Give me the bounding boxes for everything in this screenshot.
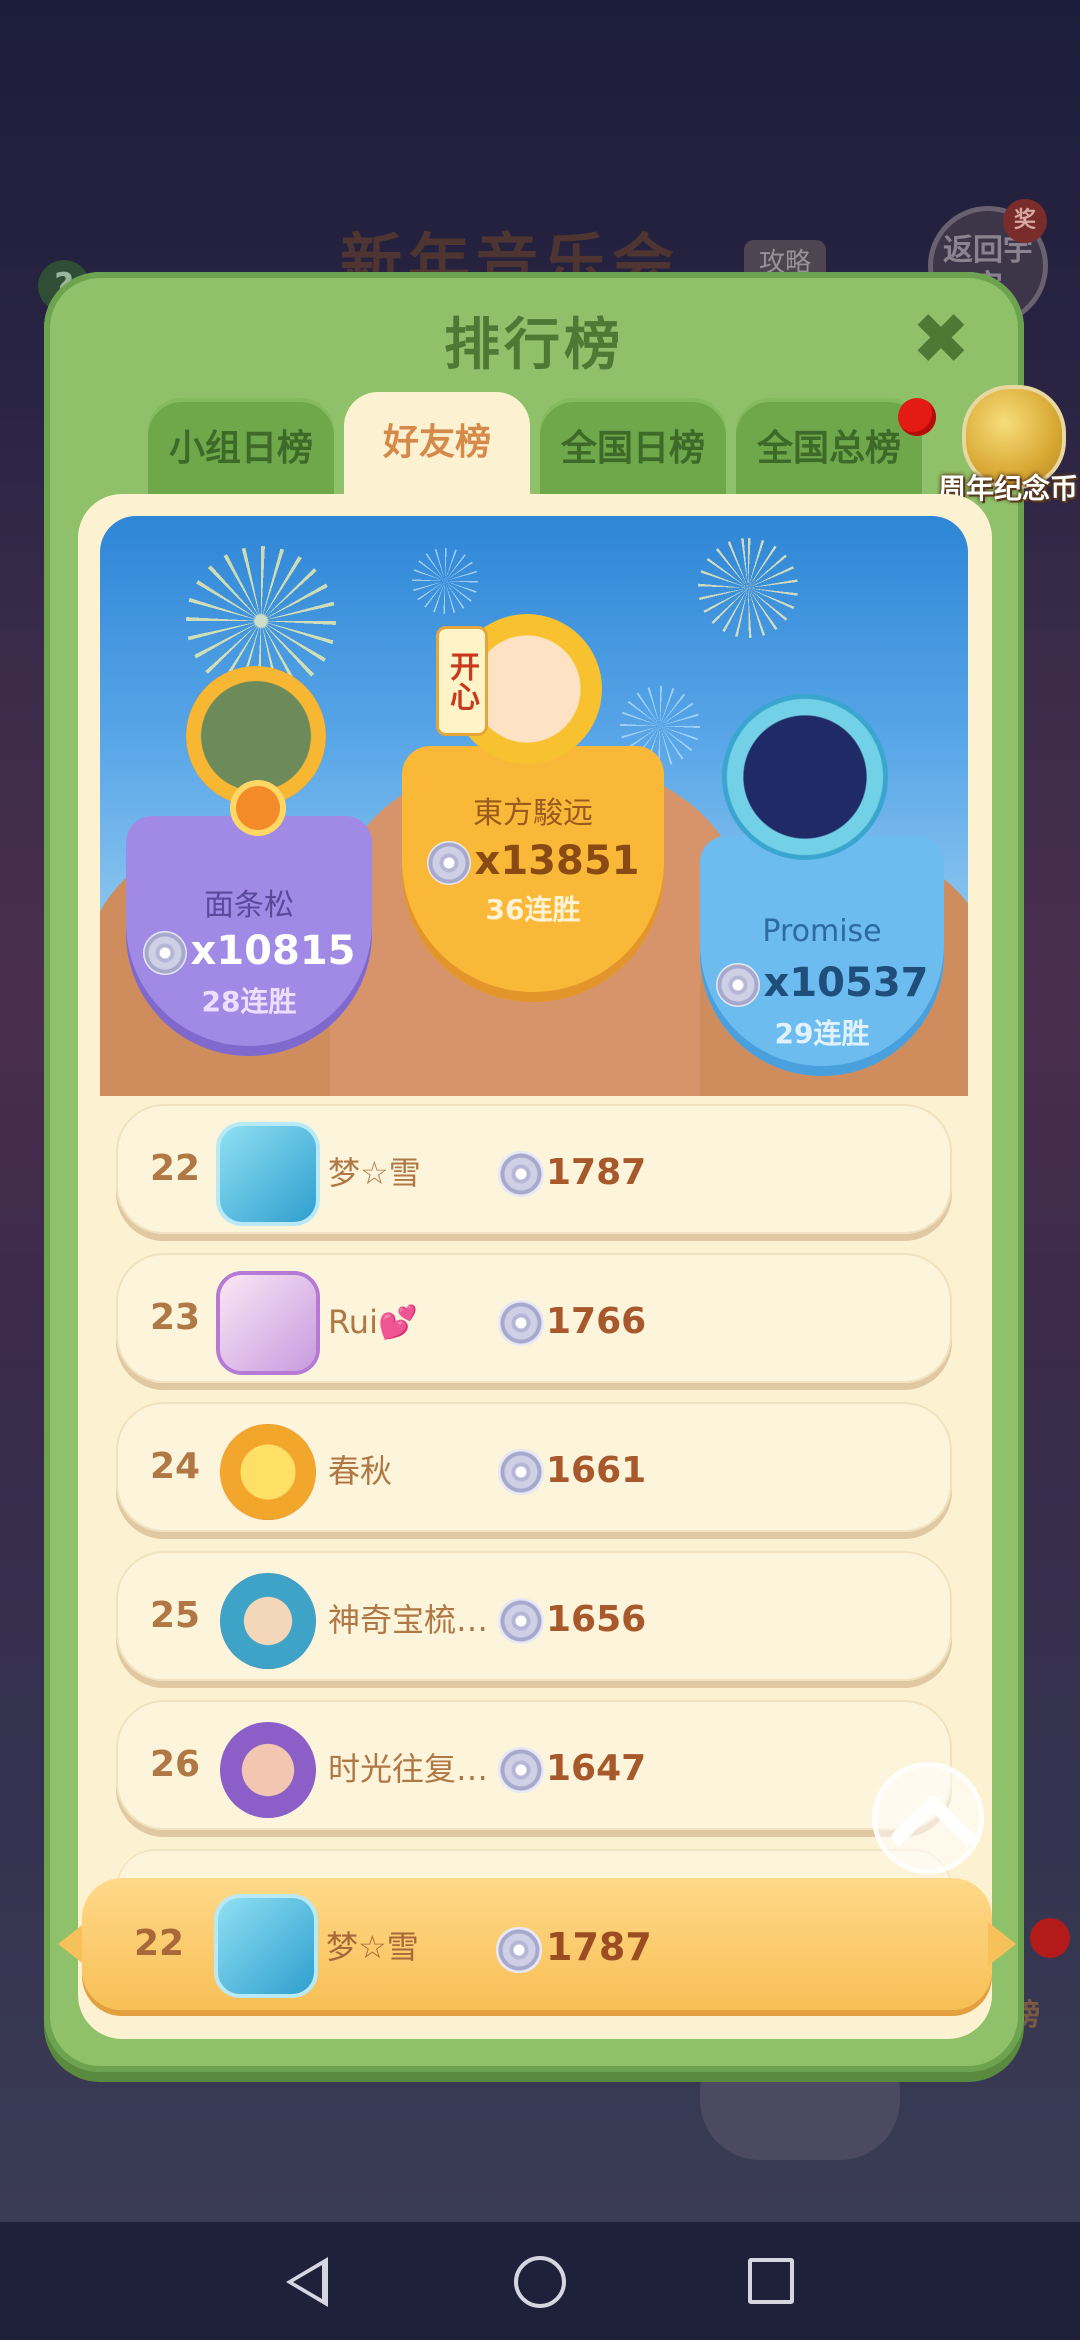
record-disc-icon xyxy=(142,931,187,975)
player-score-value: 1656 xyxy=(546,1599,647,1640)
firework-decoration xyxy=(698,538,798,638)
player-score: x10537 xyxy=(700,960,944,1007)
rank-number: 26 xyxy=(149,1744,201,1785)
back-icon[interactable] xyxy=(286,2257,328,2307)
player-score-value: 1787 xyxy=(546,1925,652,1969)
ranking-list: 22 梦☆雪 1787 23 Rui💕 1766 24 春秋 1661 25 神… xyxy=(116,1104,952,1908)
rank-number: 22 xyxy=(133,1923,185,1964)
avatar[interactable] xyxy=(220,1573,316,1669)
player-name: 春秋 xyxy=(328,1452,393,1490)
reward-dot: 奖 xyxy=(1003,199,1047,243)
rank-number: 22 xyxy=(149,1148,201,1189)
close-icon[interactable]: ✖ xyxy=(906,304,976,374)
record-disc-icon xyxy=(498,1747,544,1793)
player-name: 时光往复… xyxy=(328,1750,489,1788)
avatar[interactable] xyxy=(220,1275,316,1371)
player-score: x10815 xyxy=(126,928,372,975)
win-streak: 28连胜 xyxy=(201,985,297,1018)
player-score-value: 1766 xyxy=(546,1301,647,1342)
record-disc-icon xyxy=(498,1598,544,1644)
player-score: 1661 xyxy=(498,1402,646,1540)
player-score: 1647 xyxy=(498,1700,646,1838)
player-name: 面条松 xyxy=(204,888,294,923)
anniversary-coin-button[interactable]: 周年纪念币 xyxy=(938,385,1078,505)
table-row[interactable]: 25 神奇宝梳… 1656 xyxy=(116,1551,952,1681)
tab-national-daily[interactable]: 全国日榜 xyxy=(540,398,726,498)
player-score-value: 1661 xyxy=(546,1450,647,1491)
table-row[interactable]: 23 Rui💕 1766 xyxy=(116,1253,952,1383)
player-score: 1787 xyxy=(498,1104,646,1242)
scroll-to-top-button[interactable] xyxy=(872,1762,984,1881)
tab-bar: 小组日榜 好友榜 全国日榜 全国总榜 xyxy=(148,392,978,500)
firework-decoration xyxy=(412,548,478,614)
table-row[interactable]: 26 时光往复… 1647 xyxy=(116,1700,952,1830)
record-disc-icon xyxy=(498,1300,544,1346)
player-score-value: x10815 xyxy=(190,928,356,974)
podium-card-1[interactable]: 東方駿远 x13851 36连胜 xyxy=(402,746,664,1002)
tab-label: 全国日榜 xyxy=(560,428,705,469)
player-score-value: x10537 xyxy=(763,960,929,1006)
happy-badge: 开心 xyxy=(436,626,488,736)
podium: 面条松 x10815 28连胜 東方駿远 x13851 36连胜 开心 Prom… xyxy=(100,516,968,1096)
tab-group-daily[interactable]: 小组日榜 xyxy=(148,398,334,498)
system-nav-bar xyxy=(0,2222,1080,2340)
avatar[interactable] xyxy=(218,1898,314,1994)
avatar[interactable] xyxy=(220,1126,316,1222)
table-row[interactable]: 22 梦☆雪 1787 xyxy=(116,1104,952,1234)
player-score-value: 1647 xyxy=(546,1748,647,1789)
rank-number: 25 xyxy=(149,1595,201,1636)
tab-label: 全国总榜 xyxy=(756,428,901,469)
record-disc-icon xyxy=(426,841,471,885)
player-name: Promise xyxy=(762,914,882,949)
podium-card-3[interactable]: Promise x10537 29连胜 xyxy=(700,836,944,1076)
podium-card-2[interactable]: 面条松 x10815 28连胜 xyxy=(126,816,372,1056)
tab-national-total[interactable]: 全国总榜 xyxy=(736,398,936,498)
tab-label: 小组日榜 xyxy=(168,428,313,469)
win-streak: 36连胜 xyxy=(485,893,581,926)
notification-dot xyxy=(1030,1918,1070,1958)
tab-label: 好友榜 xyxy=(382,422,491,463)
player-name: 神奇宝梳… xyxy=(328,1601,489,1639)
avatar[interactable] xyxy=(220,1424,316,1520)
player-score: x13851 xyxy=(402,838,664,885)
home-icon[interactable] xyxy=(514,2256,566,2308)
player-score: 1787 xyxy=(496,1878,652,2016)
player-name: Rui💕 xyxy=(328,1303,418,1341)
rank-2-medal-icon xyxy=(236,786,280,830)
player-name: 梦☆雪 xyxy=(326,1928,419,1966)
player-score-value: x13851 xyxy=(474,838,640,884)
avatar xyxy=(186,666,326,806)
rank-number: 23 xyxy=(149,1297,201,1338)
player-name: 東方駿远 xyxy=(473,796,593,831)
record-disc-icon xyxy=(498,1449,544,1495)
recent-apps-icon[interactable] xyxy=(748,2258,794,2304)
table-row[interactable]: 24 春秋 1661 xyxy=(116,1402,952,1532)
player-name: 梦☆雪 xyxy=(328,1154,421,1192)
player-score: 1656 xyxy=(498,1551,646,1689)
win-streak: 29连胜 xyxy=(774,1017,870,1050)
avatar[interactable] xyxy=(220,1722,316,1818)
record-disc-icon xyxy=(496,1926,542,1973)
player-score-value: 1787 xyxy=(546,1152,647,1193)
dialog-title: 排行榜 xyxy=(444,313,624,378)
tab-friends[interactable]: 好友榜 xyxy=(344,392,530,500)
rank-number: 24 xyxy=(149,1446,201,1487)
arrow-right-decoration xyxy=(988,1922,1016,1966)
record-disc-icon xyxy=(715,963,760,1007)
avatar xyxy=(722,694,888,860)
notification-dot xyxy=(898,398,936,436)
my-rank-bar[interactable]: 22 梦☆雪 1787 xyxy=(58,1878,1016,2010)
record-disc-icon xyxy=(498,1151,544,1197)
player-score: 1766 xyxy=(498,1253,646,1391)
